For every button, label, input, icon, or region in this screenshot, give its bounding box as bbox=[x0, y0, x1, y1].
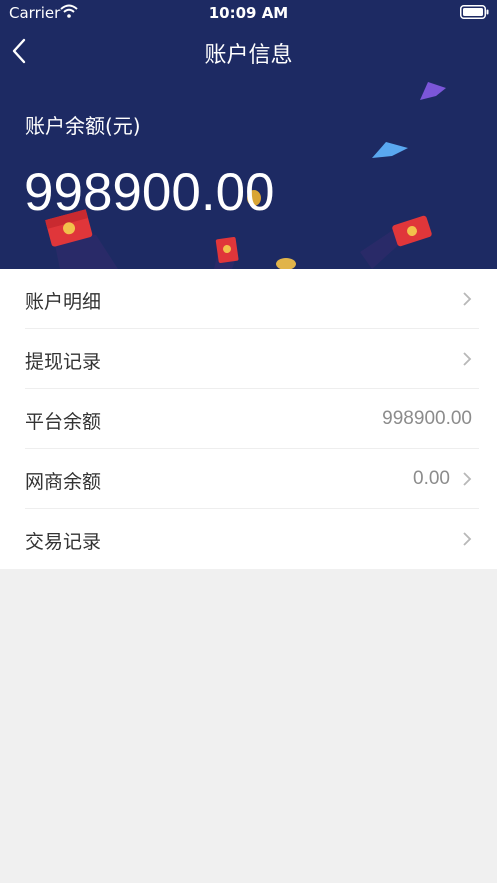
red-envelope-icon bbox=[392, 215, 432, 247]
confetti-blue bbox=[372, 142, 408, 158]
menu-item-label: 提现记录 bbox=[25, 351, 102, 373]
nav-bar: 账户信息 bbox=[0, 26, 497, 76]
menu-item-transaction-records[interactable]: 交易记录 bbox=[0, 509, 497, 569]
page-title: 账户信息 bbox=[204, 43, 293, 68]
gold-coin-icon bbox=[276, 258, 296, 269]
account-menu-list: 账户明细 提现记录 平台余额 998900.00 网商余额 0.00 交易记录 bbox=[0, 269, 497, 569]
red-envelope-icon bbox=[215, 236, 239, 264]
mybank-balance-value: 0.00 bbox=[413, 468, 450, 489]
menu-item-platform-balance: 平台余额 998900.00 bbox=[0, 389, 497, 449]
status-bar: Carrier 10:09 AM bbox=[0, 0, 497, 26]
chevron-right-icon bbox=[463, 352, 472, 366]
chevron-right-icon bbox=[463, 292, 472, 306]
menu-item-account-details[interactable]: 账户明细 bbox=[0, 269, 497, 329]
menu-item-label: 网商余额 bbox=[25, 471, 102, 493]
account-header: Carrier 10:09 AM 账户信息 账户余额(元) 998900.00 bbox=[0, 0, 497, 269]
battery-icon bbox=[460, 5, 489, 19]
menu-item-label: 平台余额 bbox=[25, 411, 102, 433]
platform-balance-value: 998900.00 bbox=[382, 408, 472, 429]
menu-item-label: 账户明细 bbox=[25, 291, 102, 313]
status-time: 10:09 AM bbox=[208, 4, 289, 22]
chevron-right-icon bbox=[463, 472, 472, 486]
confetti-purple bbox=[420, 82, 446, 100]
balance-label: 账户余额(元) bbox=[25, 114, 141, 138]
chevron-right-icon bbox=[463, 532, 472, 546]
menu-item-withdrawal-records[interactable]: 提现记录 bbox=[0, 329, 497, 389]
menu-item-mybank-balance[interactable]: 网商余额 0.00 bbox=[0, 449, 497, 509]
menu-item-label: 交易记录 bbox=[25, 531, 102, 553]
balance-amount: 998900.00 bbox=[24, 163, 275, 222]
